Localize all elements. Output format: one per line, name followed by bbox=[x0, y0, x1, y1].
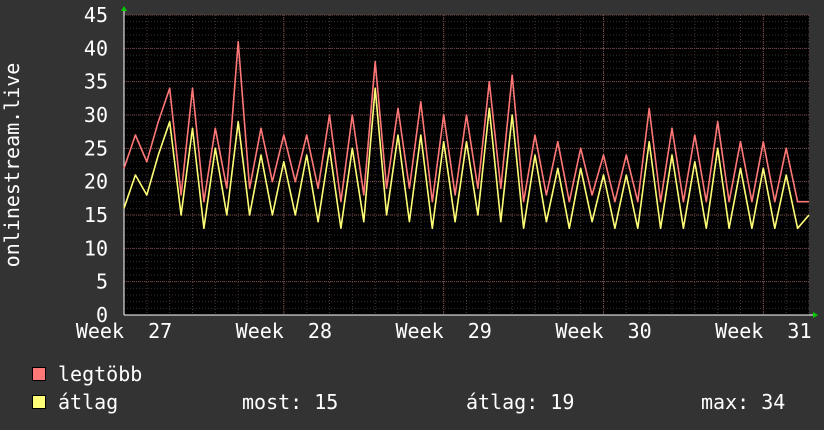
stat-maximum: max: 34 bbox=[701, 390, 786, 414]
y-tick-label: 35 bbox=[84, 70, 108, 94]
x-axis-arrow bbox=[813, 312, 818, 318]
y-tick-label: 40 bbox=[84, 36, 108, 60]
x-tick-label: Week 30 bbox=[555, 319, 651, 343]
stat-average: átlag: 19 bbox=[466, 390, 575, 414]
y-tick-label: 10 bbox=[84, 236, 108, 260]
legend-swatch-avg bbox=[32, 395, 46, 409]
y-tick-label: 30 bbox=[84, 103, 108, 127]
legend-swatch-max bbox=[32, 367, 46, 381]
y-tick-label: 25 bbox=[84, 136, 108, 160]
x-tick-label: Week 31 bbox=[715, 319, 811, 343]
y-tick-labels: 051015202530354045 bbox=[84, 3, 108, 327]
y-tick-label: 45 bbox=[84, 3, 108, 27]
y-tick-label: 15 bbox=[84, 203, 108, 227]
y-tick-label: 20 bbox=[84, 170, 108, 194]
y-axis-arrow bbox=[121, 6, 127, 11]
legend-item-avg: átlag bbox=[32, 390, 118, 414]
legend-item-max: legtöbb bbox=[32, 362, 142, 386]
x-tick-label: Week 29 bbox=[396, 319, 492, 343]
legend-label-max: legtöbb bbox=[58, 362, 143, 386]
x-tick-label: Week 27 bbox=[76, 319, 172, 343]
y-axis-label: onlinestream.live bbox=[0, 63, 24, 268]
stat-now: most: 15 bbox=[242, 390, 339, 414]
x-tick-labels: Week 27 Week 28 Week 29 Week 30 Week 31 bbox=[76, 319, 812, 343]
y-tick-label: 5 bbox=[96, 270, 108, 294]
x-tick-label: Week 28 bbox=[236, 319, 332, 343]
legend-label-avg: átlag bbox=[58, 390, 119, 414]
